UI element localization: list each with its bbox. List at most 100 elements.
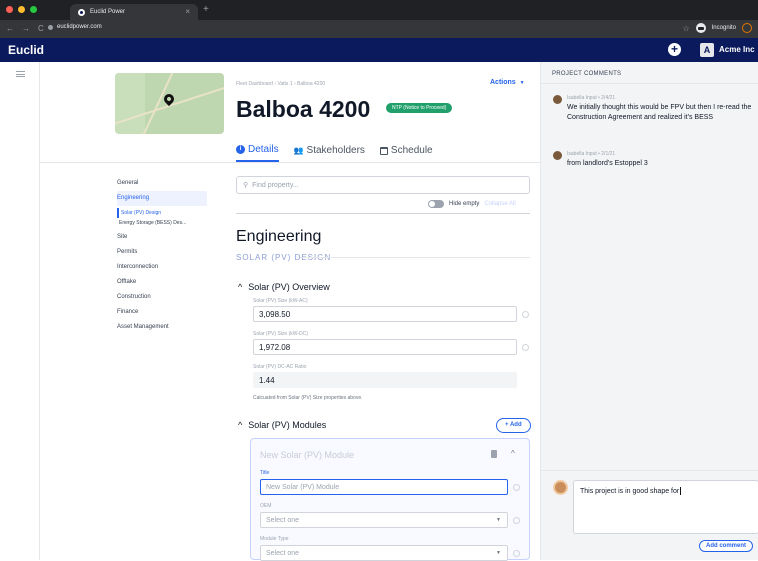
- tab-schedule[interactable]: Schedule: [379, 144, 433, 162]
- collapse-card-icon[interactable]: ^: [511, 449, 515, 458]
- avatar: [553, 151, 562, 160]
- chevron-down-icon: ▼: [519, 79, 525, 86]
- field-label: Module Type: [260, 536, 289, 542]
- minimize-window-dot[interactable]: [18, 6, 25, 13]
- history-icon[interactable]: [513, 484, 520, 491]
- update-badge[interactable]: [742, 23, 752, 33]
- lock-icon: [48, 24, 53, 30]
- group-title: Solar (PV) Modules: [248, 420, 327, 430]
- nav-item-construction[interactable]: Construction: [117, 290, 207, 305]
- reload-icon[interactable]: C: [38, 24, 44, 33]
- history-icon[interactable]: [522, 344, 529, 351]
- select-value: Select one: [266, 550, 300, 557]
- group-modules-header[interactable]: ^ Solar (PV) Modules: [238, 420, 326, 430]
- map-terrain: [115, 73, 145, 134]
- tab-stakeholders[interactable]: 👥 Stakeholders: [294, 144, 365, 162]
- org-avatar[interactable]: A: [700, 43, 714, 57]
- chevron-up-icon: ^: [238, 282, 243, 292]
- section-nav: General Engineering Solar (PV) Design En…: [117, 176, 207, 335]
- nav-item-site[interactable]: Site: [117, 230, 207, 245]
- field-label: OEM: [260, 503, 272, 509]
- nav-item-general[interactable]: General: [117, 176, 207, 191]
- module-title-input[interactable]: New Solar (PV) Module: [260, 479, 508, 495]
- field-label: Solar (PV) DC-AC Ratio: [253, 364, 307, 370]
- comment-text: We initially thought this would be FPV b…: [567, 104, 752, 121]
- comment-input[interactable]: This project is in good shape for: [573, 480, 758, 534]
- project-map[interactable]: [115, 73, 224, 134]
- hide-empty-toggle[interactable]: [428, 200, 444, 208]
- module-type-select[interactable]: Select one ▼: [260, 545, 508, 561]
- history-icon[interactable]: [513, 550, 520, 557]
- oem-select[interactable]: Select one ▼: [260, 512, 508, 528]
- group-overview-header[interactable]: ^ Solar (PV) Overview: [238, 282, 330, 292]
- actions-label: Actions: [490, 79, 516, 86]
- maximize-window-dot[interactable]: [30, 6, 37, 13]
- nav-item-engineering[interactable]: Engineering: [117, 191, 207, 206]
- nav-item-permits[interactable]: Permits: [117, 245, 207, 260]
- app-header: Euclid + A Acme Inc: [0, 38, 758, 62]
- browser-tab[interactable]: Euclid Power ×: [70, 4, 198, 20]
- tab-label: Details: [248, 144, 279, 155]
- size-dc-input[interactable]: 1,972.08: [253, 339, 517, 355]
- incognito-icon: [695, 23, 706, 33]
- select-value: Select one: [266, 517, 300, 524]
- module-card-title: New Solar (PV) Module: [260, 450, 355, 460]
- divider: [300, 257, 530, 258]
- search-icon: ⚲: [243, 182, 249, 189]
- nav-subitem-solar-design[interactable]: Solar (PV) Design: [117, 208, 207, 218]
- dc-ac-ratio-value: 1.44: [253, 372, 517, 388]
- add-module-button[interactable]: + Add: [496, 418, 531, 433]
- comments-panel: PROJECT COMMENTS Isabella Input • 2/4/21…: [540, 62, 758, 560]
- nav-item-interconnection[interactable]: Interconnection: [117, 260, 207, 275]
- close-tab-icon[interactable]: ×: [185, 7, 190, 16]
- trash-icon[interactable]: [491, 450, 497, 458]
- calc-note: Calcuated from Solar (PV) Size propertie…: [253, 395, 363, 401]
- back-icon[interactable]: ←: [6, 24, 14, 33]
- bookmark-star-icon[interactable]: ☆: [682, 24, 689, 33]
- history-icon[interactable]: [522, 311, 529, 318]
- new-tab-icon[interactable]: +: [203, 4, 209, 15]
- nav-subitem-storage-design[interactable]: Energy Storage (BESS) Des...: [117, 218, 207, 228]
- org-name[interactable]: Acme Inc: [719, 45, 755, 54]
- nav-buttons: ← → C: [6, 24, 44, 33]
- url-text: euclidpower.com: [57, 24, 102, 30]
- breadcrumb[interactable]: Fleet Dashboard › Vatts 1 › Balboa 4200: [236, 81, 325, 87]
- close-window-dot[interactable]: [6, 6, 13, 13]
- window-controls[interactable]: [6, 6, 37, 13]
- search-placeholder: Find property...: [252, 181, 299, 189]
- history-icon[interactable]: [513, 517, 520, 524]
- nav-item-asset-management[interactable]: Asset Management: [117, 320, 207, 335]
- menu-icon[interactable]: [16, 71, 25, 77]
- group-title: Solar (PV) Overview: [248, 282, 330, 292]
- browser-tab-title: Euclid Power: [90, 9, 126, 15]
- search-input[interactable]: ⚲ Find property...: [236, 176, 530, 194]
- nav-item-offtake[interactable]: Offtake: [117, 275, 207, 290]
- info-icon: i: [236, 145, 245, 154]
- nav-item-finance[interactable]: Finance: [117, 305, 207, 320]
- people-icon: 👥: [293, 146, 304, 155]
- status-badge: NTP (Notice to Proceed): [386, 103, 453, 113]
- url-field[interactable]: euclidpower.com: [48, 24, 102, 30]
- filter-row: Hide empty Collapse All: [428, 200, 516, 208]
- forward-icon[interactable]: →: [22, 24, 30, 33]
- tab-bar: i Details 👥 Stakeholders Schedule: [236, 144, 433, 162]
- collapse-all-button[interactable]: Collapse All: [484, 201, 515, 207]
- comment-meta: Isabella Input • 2/1/21: [567, 151, 616, 157]
- add-comment-button[interactable]: Add comment: [699, 540, 754, 552]
- avatar: [553, 95, 562, 104]
- comment-meta: Isabella Input • 2/4/21: [567, 95, 616, 101]
- size-ac-input[interactable]: 3,098.50: [253, 306, 517, 322]
- actions-dropdown[interactable]: Actions ▼: [490, 79, 525, 86]
- favicon-icon: [78, 8, 85, 16]
- browser-tab-bar: Euclid Power × +: [0, 0, 758, 20]
- left-rail: [0, 62, 40, 560]
- divider: [541, 83, 758, 84]
- comments-header: PROJECT COMMENTS: [552, 71, 622, 77]
- tab-label: Stakeholders: [306, 145, 365, 156]
- section-title: Engineering: [236, 228, 322, 245]
- create-plus-icon[interactable]: +: [668, 43, 681, 56]
- app-logo[interactable]: Euclid: [8, 43, 44, 57]
- calendar-icon: [379, 146, 388, 155]
- tab-details[interactable]: i Details: [236, 144, 279, 162]
- address-bar: ← → C euclidpower.com ☆ Incognito: [0, 20, 758, 38]
